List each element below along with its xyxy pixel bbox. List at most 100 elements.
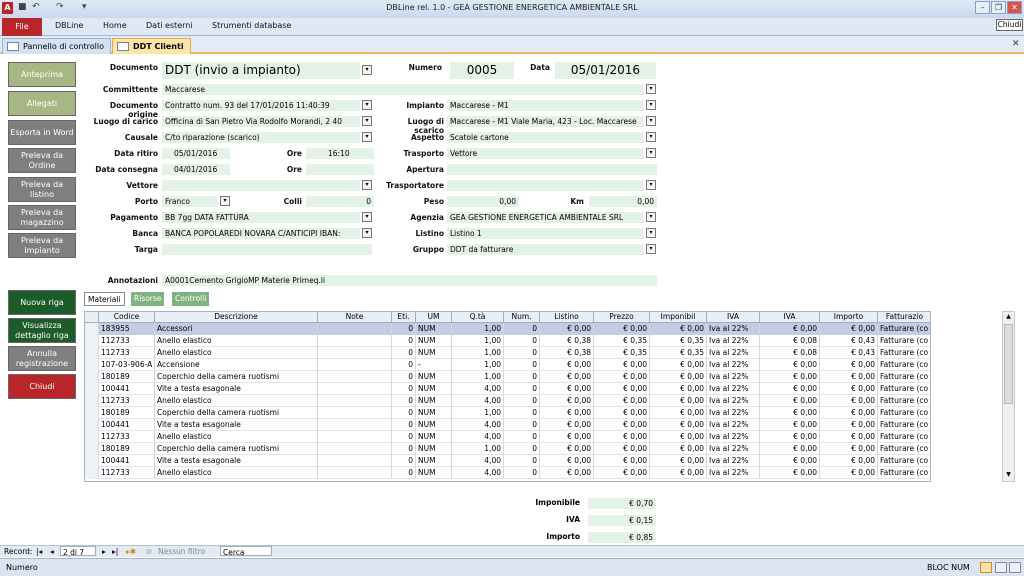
table-cell[interactable]: Iva al 22% <box>707 443 760 455</box>
dropdown-arrow-icon[interactable]: ▾ <box>646 228 656 238</box>
first-record-icon[interactable]: |◂ <box>36 546 42 557</box>
table-cell[interactable]: Fatturare (co <box>878 455 930 467</box>
table-cell[interactable]: 112733 <box>99 395 155 407</box>
table-cell[interactable]: 1,00 <box>452 407 504 419</box>
table-cell[interactable]: NUM <box>416 347 452 359</box>
dropdown-arrow-icon[interactable]: ▾ <box>646 116 656 126</box>
impianto-select[interactable]: Maccarese - M1 <box>447 100 644 111</box>
tab-risorse[interactable]: Risorse <box>131 292 165 306</box>
table-cell[interactable] <box>318 383 392 395</box>
side-button-chiudi[interactable]: Chiudi <box>8 374 76 399</box>
table-cell[interactable]: 112733 <box>99 467 155 479</box>
table-cell[interactable]: € 0,35 <box>650 347 707 359</box>
table-cell[interactable] <box>318 431 392 443</box>
table-cell[interactable]: 0 <box>504 347 540 359</box>
minimize-icon[interactable]: – <box>975 1 990 14</box>
scroll-down-icon[interactable]: ▼ <box>1004 471 1013 480</box>
table-cell[interactable]: 0 <box>504 443 540 455</box>
table-cell[interactable]: Fatturare (co <box>878 347 930 359</box>
table-row[interactable]: 183955 Accessori 0 NUM 1,00 0 € 0,00 € 0,00 € 0,… <box>85 323 930 335</box>
design-view-icon[interactable] <box>1009 562 1021 573</box>
doc-origine-select[interactable]: Contratto num. 93 del 17/01/2016 11:40:3… <box>162 100 360 111</box>
table-cell[interactable]: € 0,00 <box>760 383 820 395</box>
row-selector[interactable] <box>85 359 99 371</box>
table-cell[interactable]: € 0,38 <box>540 347 594 359</box>
table-cell[interactable]: € 0,00 <box>760 395 820 407</box>
table-cell[interactable]: 0 <box>504 359 540 371</box>
table-cell[interactable]: Anello elastico <box>155 347 318 359</box>
vertical-scrollbar[interactable]: ▲ ▼ <box>1002 311 1015 482</box>
table-cell[interactable]: NUM <box>416 419 452 431</box>
column-header[interactable]: Imponibil <box>650 312 707 323</box>
colli-field[interactable]: 0 <box>306 196 374 207</box>
table-cell[interactable]: € 0,00 <box>760 431 820 443</box>
row-selector[interactable] <box>85 347 99 359</box>
column-header[interactable]: IVA <box>707 312 760 323</box>
table-cell[interactable] <box>318 359 392 371</box>
table-cell[interactable] <box>318 443 392 455</box>
table-cell[interactable]: Iva al 22% <box>707 323 760 335</box>
table-cell[interactable]: NUM <box>416 371 452 383</box>
column-header[interactable]: Q.tà <box>452 312 504 323</box>
table-cell[interactable]: € 0,00 <box>540 431 594 443</box>
ore-consegna-field[interactable] <box>306 164 374 175</box>
table-cell[interactable]: € 0,00 <box>650 419 707 431</box>
table-cell[interactable]: 100441 <box>99 455 155 467</box>
luogo-scarico-select[interactable]: Maccarese - M1 Viale Maria, 423 - Loc. M… <box>447 116 644 127</box>
table-cell[interactable]: € 0,00 <box>820 431 878 443</box>
table-cell[interactable]: Fatturare (co <box>878 359 930 371</box>
ore-ritiro-field[interactable]: 16:10 <box>306 148 374 159</box>
data-ritiro-field[interactable]: 05/01/2016 <box>162 148 230 159</box>
column-header[interactable]: Num. <box>504 312 540 323</box>
row-selector[interactable] <box>85 407 99 419</box>
table-cell[interactable]: Iva al 22% <box>707 347 760 359</box>
table-cell[interactable]: € 0,00 <box>650 431 707 443</box>
table-cell[interactable]: € 0,00 <box>540 323 594 335</box>
table-row[interactable]: 100441 Vite a testa esagonale 0 NUM 4,00 0 € 0… <box>85 419 930 431</box>
tab-dbline[interactable]: DBLine <box>55 21 83 30</box>
column-header[interactable]: Eti. <box>392 312 416 323</box>
table-cell[interactable]: € 0,00 <box>594 407 650 419</box>
table-cell[interactable]: NUM <box>416 323 452 335</box>
last-record-icon[interactable]: ▸| <box>112 546 118 557</box>
row-selector[interactable] <box>85 467 99 479</box>
table-cell[interactable]: 0 <box>392 407 416 419</box>
table-cell[interactable]: 112733 <box>99 347 155 359</box>
dropdown-arrow-icon[interactable]: ▾ <box>646 180 656 190</box>
dropdown-arrow-icon[interactable]: ▾ <box>646 132 656 142</box>
trasportatore-select[interactable] <box>447 180 644 191</box>
table-row[interactable]: 107-03-906-A Accensione 0-1,00 0 € 0,00 € 0,0… <box>85 359 930 371</box>
table-cell[interactable]: NUM <box>416 407 452 419</box>
table-cell[interactable]: € 0,00 <box>760 419 820 431</box>
side-button-preleva-da-impianto[interactable]: Preleva da Impianto <box>8 233 76 258</box>
agenzia-select[interactable]: GEA GESTIONE ENERGETICA AMBIENTALE SRL <box>447 212 644 223</box>
table-cell[interactable]: 0 <box>504 383 540 395</box>
table-cell[interactable]: 4,00 <box>452 455 504 467</box>
committente-select[interactable]: Maccarese <box>162 84 644 95</box>
table-cell[interactable]: € 0,00 <box>820 383 878 395</box>
table-cell[interactable]: NUM <box>416 467 452 479</box>
table-cell[interactable]: € 0,00 <box>650 443 707 455</box>
dropdown-arrow-icon[interactable]: ▾ <box>362 228 372 238</box>
table-cell[interactable]: 0 <box>392 455 416 467</box>
table-cell[interactable]: 0 <box>392 347 416 359</box>
column-header[interactable]: Descrizione <box>155 312 318 323</box>
peso-field[interactable]: 0,00 <box>447 196 519 207</box>
table-cell[interactable]: € 0,00 <box>820 359 878 371</box>
table-cell[interactable]: € 0,00 <box>650 323 707 335</box>
table-cell[interactable]: € 0,00 <box>760 371 820 383</box>
table-cell[interactable]: Iva al 22% <box>707 371 760 383</box>
side-button-visualizza-dettaglio-riga[interactable]: Visualizza dettaglio riga <box>8 318 76 343</box>
table-cell[interactable]: NUM <box>416 395 452 407</box>
table-cell[interactable]: € 0,00 <box>594 359 650 371</box>
table-cell[interactable]: € 0,00 <box>540 371 594 383</box>
causale-select[interactable]: C/to riparazione (scarico) <box>162 132 360 143</box>
search-input[interactable]: Cerca <box>220 546 272 557</box>
table-cell[interactable]: € 0,00 <box>540 383 594 395</box>
pagamento-select[interactable]: BB 7gg DATA FATTURA <box>162 212 360 223</box>
table-cell[interactable]: € 0,35 <box>594 347 650 359</box>
table-row[interactable]: 100441 Vite a testa esagonale 0 NUM 4,00 0 € 0… <box>85 383 930 395</box>
save-icon[interactable]: ■ <box>18 2 27 16</box>
table-cell[interactable]: Accensione <box>155 359 318 371</box>
table-cell[interactable]: € 0,00 <box>540 359 594 371</box>
